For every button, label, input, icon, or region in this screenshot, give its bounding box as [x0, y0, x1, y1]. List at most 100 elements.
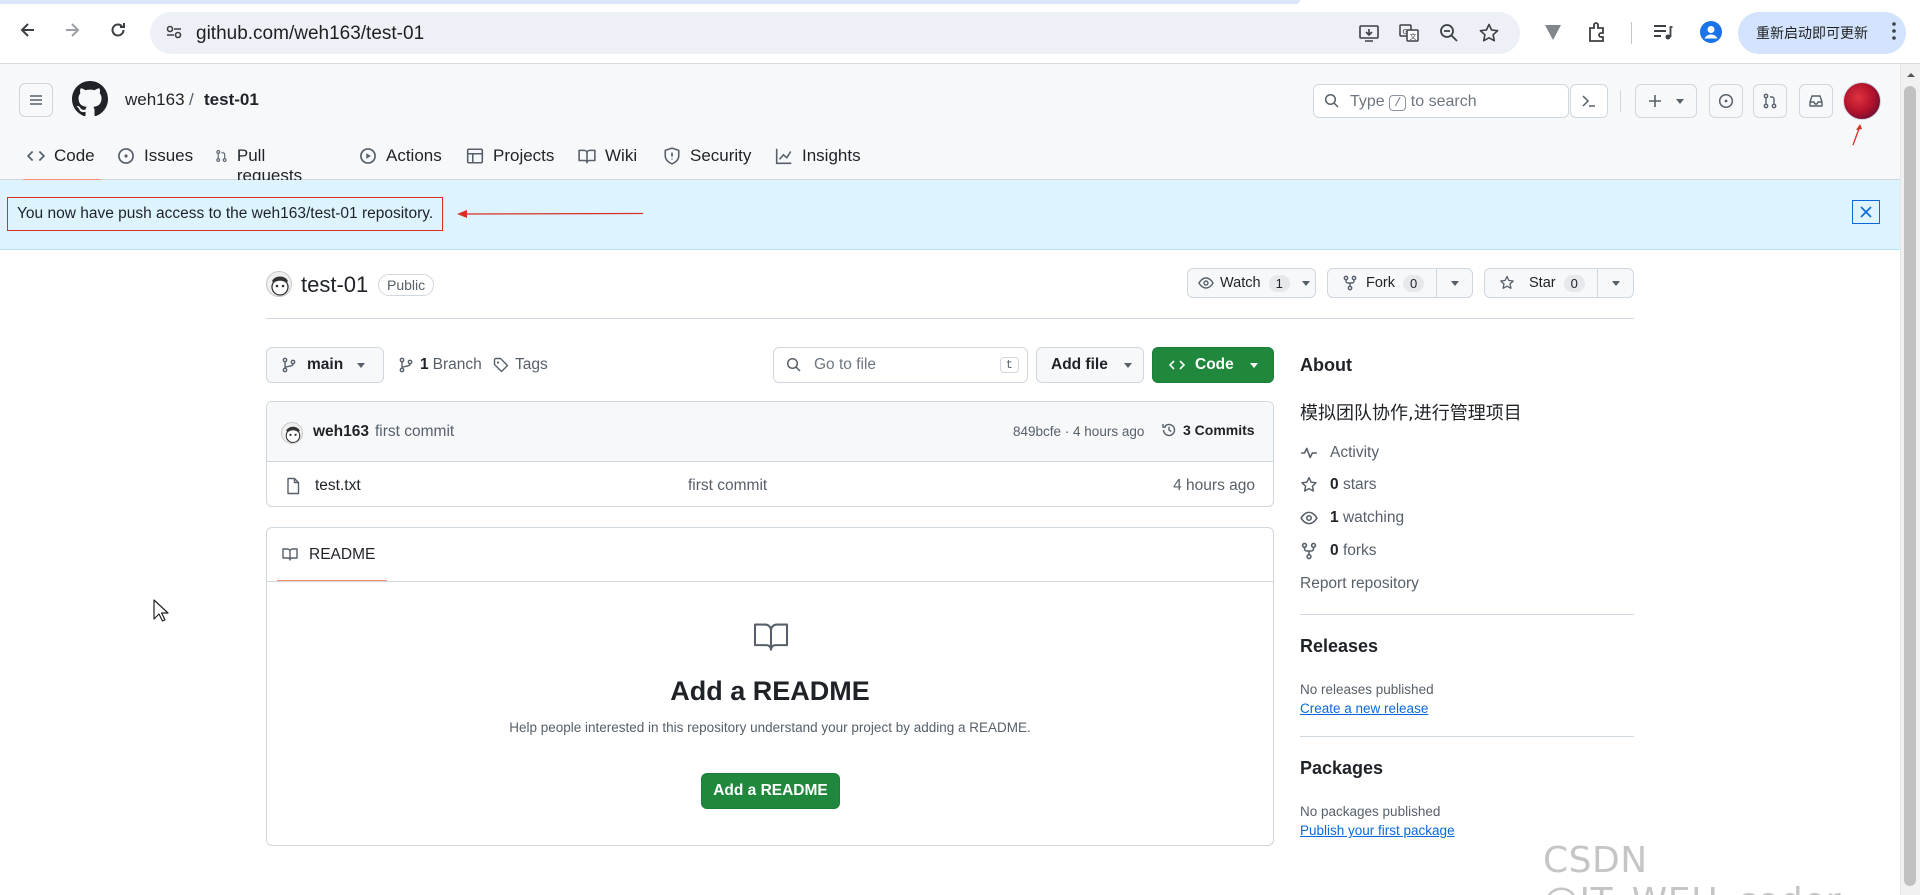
inbox-button[interactable]: [1799, 84, 1833, 118]
scrollbar-thumb[interactable]: [1904, 86, 1916, 886]
install-app-icon[interactable]: [1358, 22, 1380, 44]
browser-menu-icon[interactable]: [1892, 22, 1896, 40]
tags-link[interactable]: Tags: [493, 356, 548, 374]
create-new-button[interactable]: [1635, 84, 1697, 118]
tab-wiki[interactable]: Wiki: [578, 141, 637, 181]
search-input[interactable]: Type / to search: [1313, 84, 1569, 118]
site-info-icon[interactable]: [164, 22, 186, 44]
go-to-file-shortcut: t: [999, 357, 1019, 373]
report-repository-link[interactable]: Report repository: [1300, 575, 1419, 593]
chevron-down-icon[interactable]: [1611, 280, 1620, 286]
file-row[interactable]: test.txt first commit 4 hours ago: [267, 463, 1273, 506]
flash-message: You now have push access to the weh163/t…: [7, 197, 444, 231]
search-icon: [786, 357, 801, 372]
toolbar-divider: [1631, 22, 1632, 44]
commit-hash-time[interactable]: 849bcfe · 4 hours ago: [1013, 424, 1144, 439]
issues-header-button[interactable]: [1709, 84, 1743, 118]
branch-label: Branch: [432, 356, 482, 373]
mouse-cursor-icon: [153, 599, 169, 623]
zoom-icon[interactable]: [1438, 22, 1460, 44]
reload-icon[interactable]: [104, 16, 132, 44]
search-icon: [1324, 93, 1340, 109]
search-shortcut-key: /: [1389, 95, 1407, 111]
media-queue-icon[interactable]: [1651, 20, 1675, 44]
commit-author-avatar[interactable]: [281, 422, 303, 444]
fork-divider: [1436, 269, 1438, 297]
go-to-file-input[interactable]: Go to file t: [773, 347, 1028, 383]
branch-name: main: [307, 356, 344, 373]
annotation-arrow-up: [1850, 122, 1864, 146]
branches-link[interactable]: 1 Branch: [398, 356, 482, 374]
menu-icon[interactable]: [19, 83, 53, 117]
releases-heading[interactable]: Releases: [1300, 636, 1378, 657]
add-readme-button[interactable]: Add a README: [701, 773, 840, 809]
search-placeholder-suffix: to search: [1410, 93, 1477, 110]
chevron-down-icon: [1676, 98, 1684, 104]
about-heading: About: [1300, 355, 1352, 375]
tab-actions[interactable]: Actions: [359, 141, 442, 181]
about-description: 模拟团队协作,进行管理项目: [1300, 403, 1522, 424]
stars-link[interactable]: 0 stars: [1300, 476, 1377, 494]
branch-select-button[interactable]: main: [266, 347, 384, 383]
relaunch-update-button[interactable]: 重新启动即可更新: [1738, 12, 1906, 54]
tab-issues[interactable]: Issues: [117, 141, 193, 181]
watching-link[interactable]: 1 watching: [1300, 509, 1404, 527]
commits-history-link[interactable]: 3 Commits: [1161, 422, 1255, 438]
publish-package-link[interactable]: Publish your first package: [1300, 823, 1455, 838]
commit-author[interactable]: weh163: [313, 423, 369, 441]
extensions-icon[interactable]: [1585, 20, 1609, 44]
fork-icon: [1343, 275, 1357, 291]
history-icon: [1162, 423, 1176, 437]
github-logo-icon[interactable]: [72, 81, 108, 117]
forward-icon[interactable]: [58, 16, 86, 44]
issue-icon: [1718, 93, 1734, 109]
bookmark-star-icon[interactable]: [1478, 22, 1500, 44]
tab-code[interactable]: Code: [23, 141, 101, 181]
star-button[interactable]: Star 0: [1484, 268, 1634, 298]
close-icon: [1860, 206, 1872, 218]
breadcrumb-owner[interactable]: weh163: [125, 90, 185, 110]
tab-actions-label: Actions: [386, 146, 442, 165]
code-button[interactable]: Code: [1152, 347, 1274, 383]
command-palette-button[interactable]: [1570, 84, 1608, 118]
readme-panel: README Add a README Help people interest…: [266, 527, 1274, 846]
commits-count: 3 Commits: [1183, 422, 1255, 438]
user-avatar[interactable]: [1843, 82, 1881, 120]
create-release-link[interactable]: Create a new release: [1300, 701, 1428, 716]
profile-icon[interactable]: [1699, 20, 1723, 44]
url-text[interactable]: github.com/weh163/test-01: [196, 23, 424, 45]
tab-insights[interactable]: Insights: [775, 141, 861, 181]
file-commit-message[interactable]: first commit: [688, 477, 767, 495]
tab-projects[interactable]: Projects: [466, 141, 554, 181]
shield-icon: [664, 147, 680, 165]
repo-title[interactable]: test-01: [301, 272, 368, 298]
graph-icon: [775, 148, 792, 165]
watermark: CSDN @IT_WEH_coder: [1543, 840, 1841, 895]
readme-tab-label: README: [309, 546, 376, 563]
readme-tab[interactable]: README: [277, 528, 387, 582]
tab-security[interactable]: Security: [663, 141, 751, 181]
file-commit-time: 4 hours ago: [1173, 477, 1255, 494]
tab-pull-requests[interactable]: Pull requests: [215, 141, 307, 185]
fork-button[interactable]: Fork 0: [1327, 268, 1473, 298]
book-large-icon: [752, 620, 790, 652]
packages-heading[interactable]: Packages: [1300, 758, 1383, 779]
watch-button[interactable]: Watch 1: [1187, 268, 1316, 298]
eye-icon: [1198, 277, 1214, 289]
breadcrumb-repo[interactable]: test-01: [204, 90, 259, 110]
commit-message[interactable]: first commit: [375, 423, 454, 441]
file-name[interactable]: test.txt: [315, 477, 361, 495]
back-icon[interactable]: [14, 16, 42, 44]
pull-requests-header-button[interactable]: [1753, 84, 1787, 118]
chevron-down-icon[interactable]: [1451, 280, 1460, 286]
activity-link[interactable]: Activity: [1300, 444, 1379, 462]
flash-close-button[interactable]: [1852, 200, 1880, 224]
forks-link[interactable]: 0 forks: [1300, 542, 1377, 560]
translate-icon[interactable]: G文: [1398, 22, 1420, 44]
add-file-button[interactable]: Add file: [1036, 347, 1144, 383]
forks-count: 0: [1330, 542, 1339, 559]
address-bar[interactable]: github.com/weh163/test-01 G文: [150, 12, 1520, 54]
tab-wiki-label: Wiki: [605, 146, 638, 165]
owner-avatar[interactable]: [266, 271, 292, 297]
vpn-extension-icon[interactable]: [1541, 20, 1565, 44]
